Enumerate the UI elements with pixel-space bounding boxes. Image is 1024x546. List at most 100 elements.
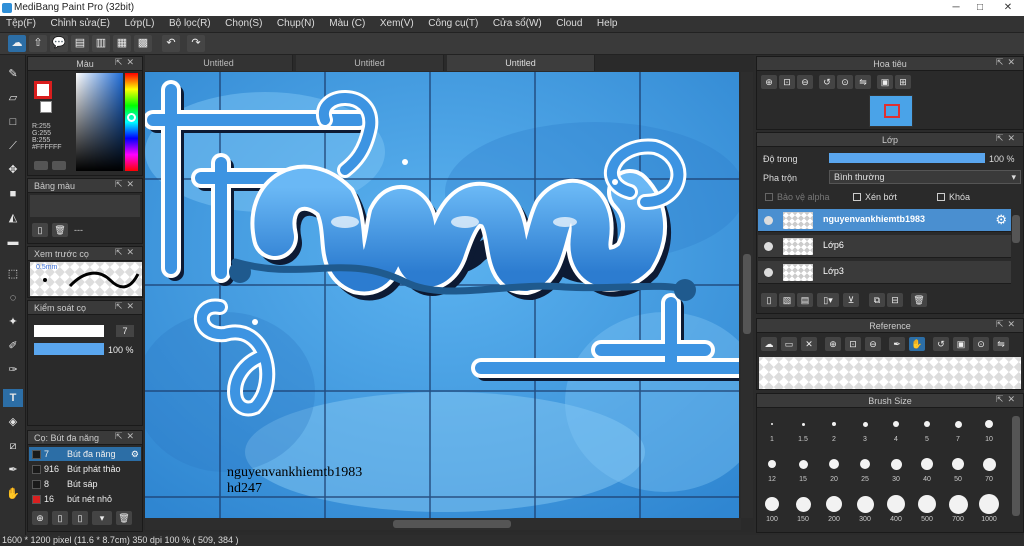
color-mode-button[interactable] [34,161,48,170]
undo-icon[interactable]: ↶ [162,35,180,52]
menu-select[interactable]: Chọn(S) [219,16,268,33]
brush-size-option[interactable]: 1.5 [790,414,816,443]
select-rect-tool-icon[interactable]: ⬚ [3,265,23,283]
tab-untitled-3[interactable]: Untitled [447,55,595,71]
menu-color[interactable]: Màu (C) [323,16,371,33]
delete-swatch-icon[interactable]: 🗑 [52,223,68,237]
brush-size-option[interactable]: 5 [914,414,940,443]
gear-icon[interactable]: ⚙ [131,447,139,461]
menu-help[interactable]: Help [591,16,624,33]
layer-list-scrollbar[interactable] [1011,209,1021,287]
gear-icon[interactable]: ⚙ [995,212,1007,228]
brush-size-option[interactable]: 30 [883,454,909,483]
upload-icon[interactable]: ⇧ [29,35,47,52]
menu-edit[interactable]: Chỉnh sửa(E) [45,16,117,33]
page-icon[interactable]: ▤ [71,35,89,52]
operation-tool-icon[interactable]: ◈ [3,413,23,431]
layer-row[interactable]: nguyenvankhiemtb1983 ⚙ [758,209,1011,232]
redo-icon[interactable]: ↷ [187,35,205,52]
brush-menu-icon[interactable]: ▾ [92,511,112,525]
hand-tool-icon[interactable]: ✋ [3,485,23,503]
eye-icon[interactable] [764,242,773,251]
protect-alpha-checkbox[interactable] [765,193,773,201]
primary-color-swatch[interactable] [34,81,52,99]
panel-controls-icon[interactable]: ⇱✕ [115,179,138,190]
eyedropper-tool-icon[interactable]: ✒ [3,461,23,479]
comment-icon[interactable]: 💬 [50,35,68,52]
hue-slider[interactable] [125,73,138,171]
brush-settings-icon[interactable]: ▯ [72,511,88,525]
brush-size-option[interactable]: 3 [852,414,878,443]
menu-cloud[interactable]: Cloud [550,16,588,33]
brush-size-option[interactable]: 25 [852,454,878,483]
brush-size-option[interactable]: 10 [976,414,1002,443]
new-swatch-icon[interactable]: ▯ [32,223,48,237]
layer-scroll-thumb[interactable] [1012,215,1020,243]
horizontal-scroll-thumb[interactable] [393,520,511,528]
panel-controls-icon[interactable]: ⇱✕ [996,319,1019,330]
grid-list-icon[interactable]: ▦ [113,35,131,52]
ref-reset-icon[interactable]: ⊙ [973,337,989,351]
opacity-slider[interactable] [34,343,104,355]
text-tool-icon[interactable]: T [3,389,23,407]
panel-controls-icon[interactable]: ⇱✕ [996,394,1019,405]
size-slider[interactable] [34,325,104,337]
brush-size-option[interactable]: 150 [790,494,816,523]
ref-hand-icon[interactable]: ✋ [909,337,925,351]
zoom-fit-icon[interactable]: ⊡ [779,75,795,89]
flip-icon[interactable]: ⇋ [855,75,871,89]
add-brush-icon[interactable]: ⊕ [32,511,48,525]
rectangle-tool-icon[interactable]: □ [3,113,23,131]
eraser-tool-icon[interactable]: ▱ [3,89,23,107]
brush-size-option[interactable]: 50 [945,454,971,483]
magic-wand-tool-icon[interactable]: ✦ [3,313,23,331]
brush-list-item[interactable]: 7 Bút đa năng ⚙ [29,447,141,461]
reference-canvas[interactable] [759,357,1021,389]
navigator-thumbnail[interactable] [869,95,913,127]
menu-layer[interactable]: Lớp(L) [119,16,161,33]
brush-size-scroll-thumb[interactable] [1012,416,1020,516]
panel-controls-icon[interactable]: ⇱✕ [115,247,138,258]
horizontal-scrollbar[interactable] [145,518,741,530]
brush-list-item[interactable]: 8 Bút sáp [29,477,141,491]
menu-tools[interactable]: Công cụ(T) [422,16,484,33]
brush-size-option[interactable]: 400 [883,494,909,523]
grid-icon[interactable]: ▩ [134,35,152,52]
brush-size-option[interactable]: 7 [945,414,971,443]
document-icon[interactable]: ▥ [92,35,110,52]
brush-size-scrollbar[interactable] [1011,412,1021,530]
brush-size-option[interactable]: 100 [759,494,785,523]
brush-list-item[interactable]: 16 bút nét nhỏ [29,492,141,506]
brush-size-option[interactable]: 700 [945,494,971,523]
vertical-scroll-thumb[interactable] [743,254,751,334]
close-button[interactable]: ✕ [994,1,1022,14]
brush-size-option[interactable]: 300 [852,494,878,523]
layer-property-icon[interactable]: ⊟ [887,293,903,307]
canvas-artwork[interactable]: nguyenvankhiemtb1983 hd247 [145,72,739,518]
zoom-in-icon[interactable]: ⊕ [761,75,777,89]
clipping-checkbox[interactable] [853,193,861,201]
brush-size-option[interactable]: 500 [914,494,940,523]
move-tool-icon[interactable]: ✥ [3,161,23,179]
brush-size-option[interactable]: 200 [821,494,847,523]
select-pen-tool-icon[interactable]: ✐ [3,337,23,355]
brush-size-option[interactable]: 40 [914,454,940,483]
brush-size-option[interactable]: 1 [759,414,785,443]
brush-size-option[interactable]: 70 [976,454,1002,483]
color-picker-field[interactable] [76,73,123,171]
brush-size-option[interactable]: 12 [759,454,785,483]
folder-open-icon[interactable]: ▭ [781,337,797,351]
rotate-reset-icon[interactable]: ⊙ [837,75,853,89]
ref-eyedropper-icon[interactable]: ✒ [889,337,905,351]
ref-zoom-fit-icon[interactable]: ⊡ [845,337,861,351]
rotate-left-icon[interactable]: ↺ [819,75,835,89]
panel-controls-icon[interactable]: ⇱✕ [996,57,1019,68]
eye-icon[interactable] [764,216,773,225]
secondary-color-swatch[interactable] [40,101,52,113]
tab-untitled-2[interactable]: Untitled [296,55,444,71]
ref-zoom-in-icon[interactable]: ⊕ [825,337,841,351]
panel-controls-icon[interactable]: ⇱✕ [115,431,138,442]
lock-checkbox[interactable] [937,193,945,201]
ref-fit-icon[interactable]: ▣ [953,337,969,351]
menu-snap[interactable]: Chụp(N) [271,16,321,33]
